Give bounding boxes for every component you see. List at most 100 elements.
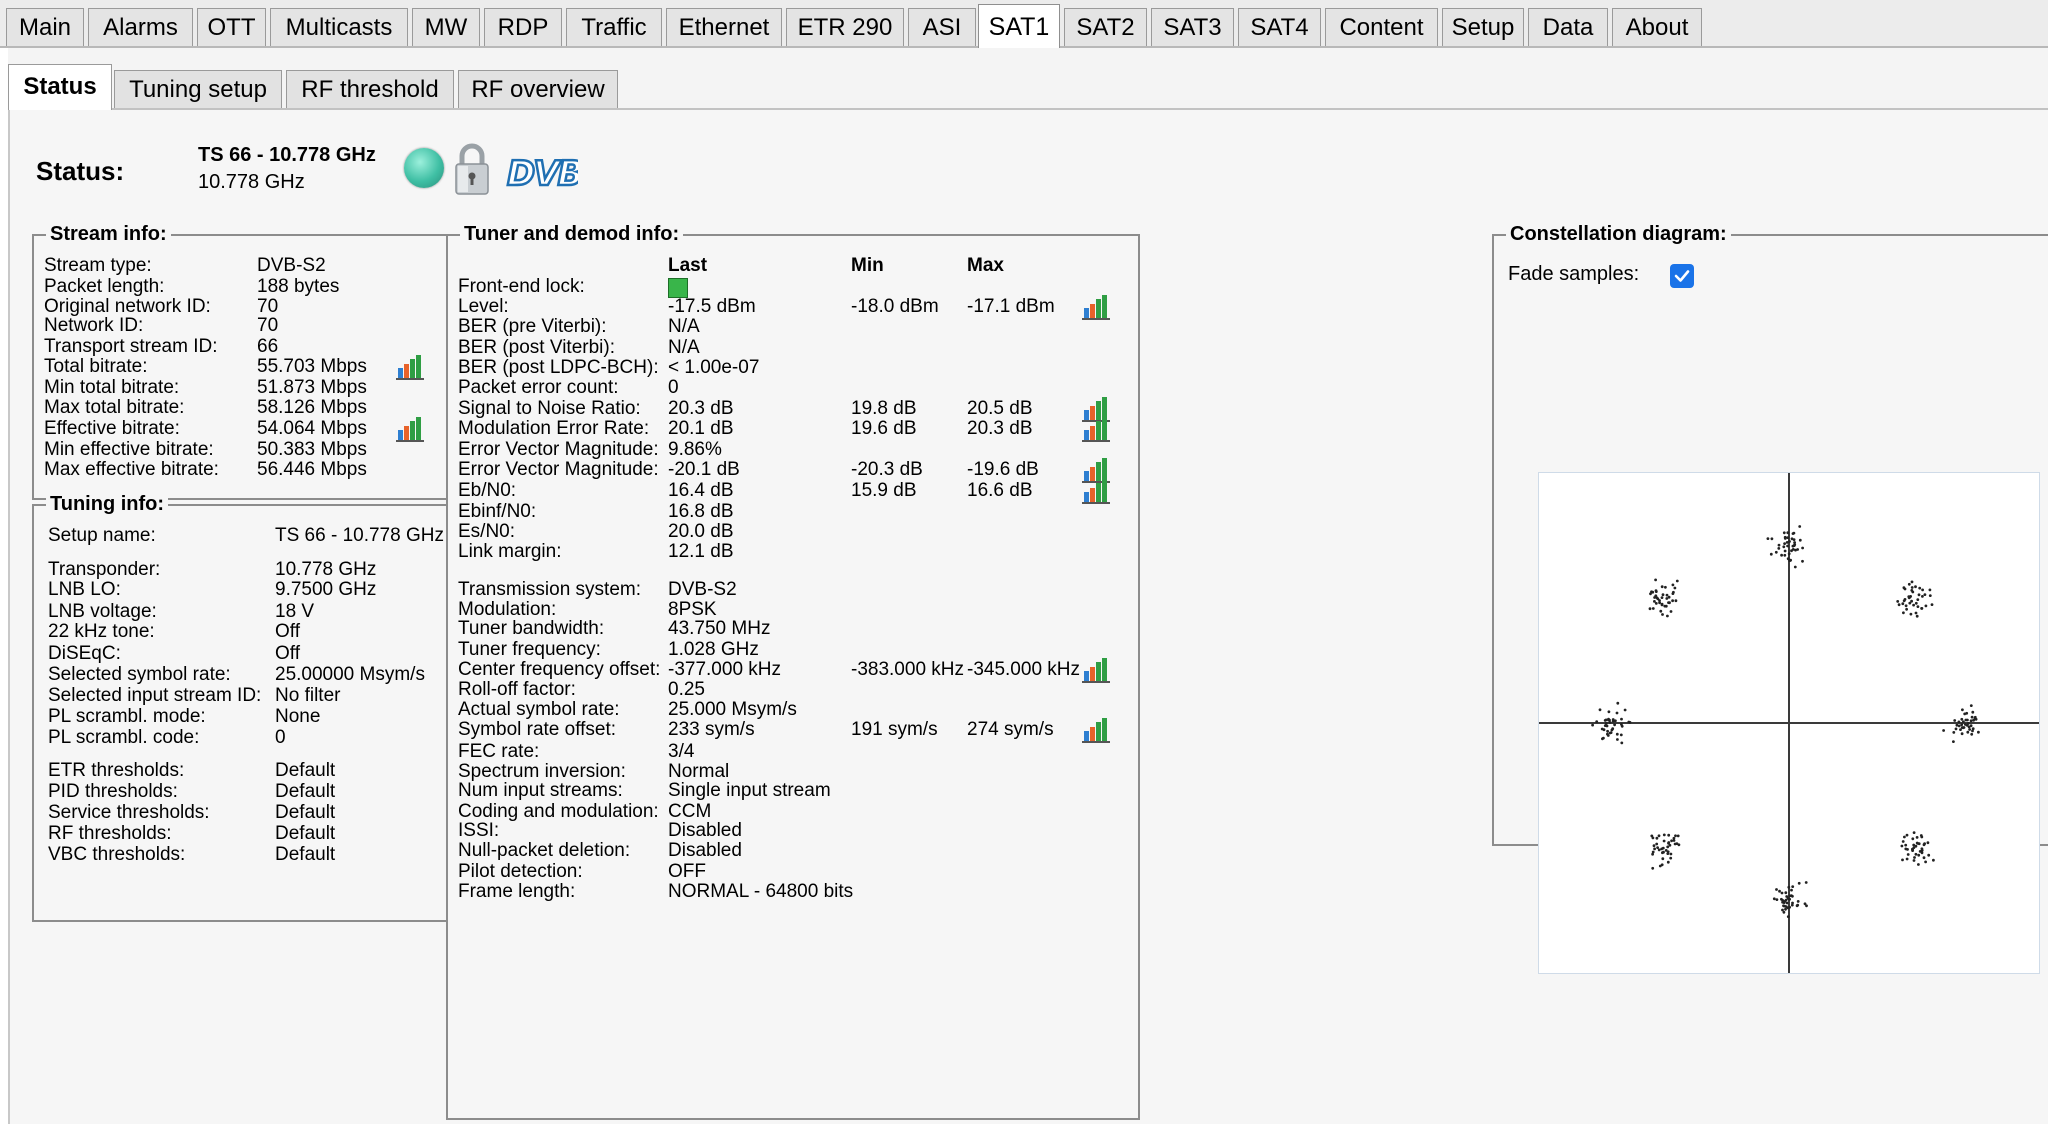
constellation-point (1792, 538, 1796, 541)
tab-data[interactable]: Data (1528, 8, 1608, 46)
constellation-point (1785, 895, 1789, 898)
constellation-point (1917, 593, 1921, 597)
constellation-point (1670, 839, 1673, 843)
constellation-point (1903, 835, 1906, 839)
constellation-point (1663, 604, 1667, 608)
constellation-point (1952, 740, 1955, 743)
tab-main[interactable]: Main (6, 8, 84, 46)
tab-mw[interactable]: MW (412, 8, 480, 46)
tab-tuning-setup[interactable]: Tuning setup (114, 70, 282, 108)
tab-multicasts[interactable]: Multicasts (270, 8, 408, 46)
constellation-point (1651, 836, 1655, 840)
tab-etr-290[interactable]: ETR 290 (786, 8, 904, 46)
tab-sat2[interactable]: SAT2 (1064, 8, 1147, 46)
symbol-rate-offset-min: 191 sym/s (851, 719, 938, 740)
constellation-point (1798, 538, 1802, 542)
constellation-point (1910, 580, 1914, 584)
tab-setup[interactable]: Setup (1442, 8, 1524, 46)
constellation-point (1778, 889, 1781, 893)
status-led-icon (404, 148, 444, 188)
tab-sat4[interactable]: SAT4 (1238, 8, 1321, 46)
constellation-point (1654, 590, 1658, 593)
constellation-point (1611, 719, 1615, 723)
constellation-point (1604, 718, 1608, 722)
constellation-point (1676, 834, 1680, 838)
constellation-point (1962, 720, 1965, 724)
tab-sat1[interactable]: SAT1 (978, 4, 1060, 48)
fade-samples-checkbox[interactable] (1670, 264, 1694, 288)
bar-chart-icon[interactable] (1082, 294, 1110, 320)
constellation-point (1801, 559, 1804, 563)
tab-rf-overview[interactable]: RF overview (458, 70, 618, 108)
tab-ott[interactable]: OTT (197, 8, 266, 46)
tab-content[interactable]: Content (1325, 8, 1438, 46)
tab-rdp[interactable]: RDP (484, 8, 562, 46)
constellation-point (1786, 536, 1790, 539)
bar-chart-icon[interactable] (396, 416, 424, 442)
constellation-point (1784, 905, 1788, 908)
constellation-point (1969, 704, 1973, 707)
constellation-point (1900, 844, 1904, 848)
constellation-point (1788, 540, 1791, 543)
constellation-point (1666, 845, 1670, 849)
constellation-point (1928, 594, 1932, 597)
constellation-point (1766, 537, 1770, 540)
constellation-point (1669, 856, 1673, 860)
constellation-point (1964, 723, 1967, 726)
constellation-box: Constellation diagram: Fade samples: (1492, 222, 2048, 974)
constellation-point (1786, 544, 1789, 548)
constellation-point (1777, 543, 1781, 547)
constellation-point (1952, 731, 1956, 734)
constellation-point (1791, 885, 1795, 888)
tab-rf-threshold[interactable]: RF threshold (286, 70, 454, 108)
constellation-point (1912, 603, 1915, 607)
checkmark-icon (1674, 270, 1690, 282)
tab-asi[interactable]: ASI (908, 8, 976, 46)
dvb-logo-text: DVB (507, 154, 578, 190)
constellation-point (1667, 841, 1671, 844)
tab-alarms[interactable]: Alarms (88, 8, 193, 46)
constellation-point (1914, 585, 1917, 589)
constellation-point (1924, 860, 1927, 864)
constellation-point (1671, 599, 1674, 603)
constellation-point (1921, 588, 1924, 592)
constellation-point (1783, 542, 1786, 545)
constellation-point (1932, 858, 1935, 862)
constellation-point (1664, 585, 1667, 589)
constellation-point (1911, 848, 1915, 852)
constellation-point (1609, 731, 1613, 734)
bar-chart-icon[interactable] (1082, 478, 1110, 504)
constellation-point (1620, 741, 1624, 745)
tab-traffic[interactable]: Traffic (566, 8, 662, 46)
tab-status[interactable]: Status (8, 64, 112, 110)
constellation-point (1970, 732, 1974, 736)
frame-length-label: Frame length: (458, 881, 576, 902)
tab-sat3[interactable]: SAT3 (1151, 8, 1234, 46)
bar-chart-icon[interactable] (396, 354, 424, 380)
constellation-point (1971, 710, 1975, 714)
constellation-point (1801, 546, 1804, 550)
constellation-point (1912, 859, 1916, 862)
constellation-point (1912, 846, 1916, 849)
constellation-point (1797, 881, 1801, 885)
constellation-point (1974, 717, 1978, 721)
constellation-point (1907, 582, 1911, 586)
bar-chart-icon[interactable] (1082, 416, 1110, 442)
constellation-point (1967, 725, 1971, 729)
constellation-point (1787, 885, 1791, 889)
tab-ethernet[interactable]: Ethernet (666, 8, 782, 46)
constellation-point (1788, 905, 1791, 909)
constellation-point (1782, 545, 1786, 549)
bar-chart-icon[interactable] (1082, 657, 1110, 683)
constellation-point (1783, 553, 1787, 557)
tab-about[interactable]: About (1612, 8, 1702, 46)
constellation-point (1665, 593, 1669, 597)
constellation-point (1775, 898, 1779, 901)
bar-chart-icon[interactable] (1082, 717, 1110, 743)
setup-name-value: TS 66 - 10.778 GHz (275, 525, 444, 546)
constellation-point (1906, 853, 1910, 856)
constellation-point (1920, 607, 1923, 610)
constellation-title: Constellation diagram: (1506, 222, 1731, 246)
constellation-point (1661, 593, 1665, 597)
constellation-point (1661, 857, 1665, 861)
